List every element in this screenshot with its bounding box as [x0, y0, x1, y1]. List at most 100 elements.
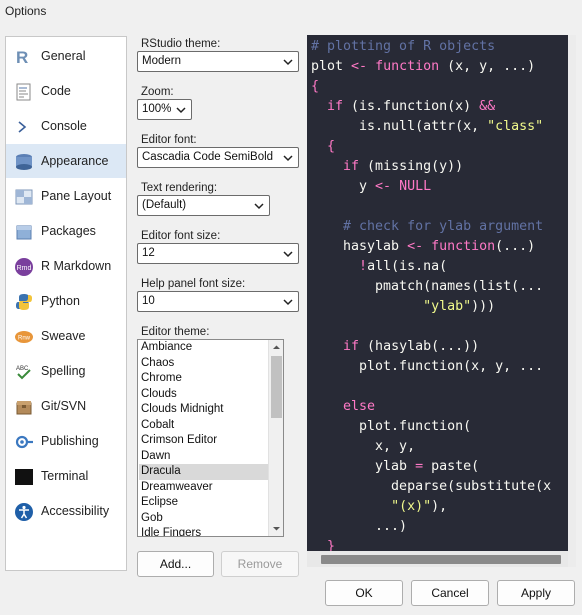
code-line: hasylab <- function(...)	[311, 237, 551, 257]
publishing-icon	[15, 435, 33, 449]
r-logo-icon: R	[16, 48, 28, 67]
list-item[interactable]: Clouds Midnight	[139, 402, 269, 418]
code-token: ),	[431, 499, 448, 514]
sidebar-item-git-svn[interactable]: Git/SVN	[6, 389, 126, 423]
editor-font-size-value: 12	[142, 247, 155, 259]
apply-button[interactable]: Apply	[497, 580, 575, 606]
code-line: ​	[311, 317, 551, 337]
code-token: NULL	[399, 179, 432, 194]
help-font-size-value: 10	[142, 295, 155, 307]
sidebar-item-label: Appearance	[41, 154, 109, 168]
sidebar-item-rmarkdown[interactable]: Rmd R Markdown	[6, 249, 126, 283]
code-line: ylab = paste(	[311, 457, 551, 477]
code-icon	[16, 83, 31, 101]
list-item[interactable]: Crimson Editor	[139, 433, 269, 449]
scroll-down-icon[interactable]	[272, 524, 281, 533]
editor-font-size-label: Editor font size:	[141, 230, 221, 242]
code-token: "(x)"	[391, 499, 432, 514]
list-item-selected[interactable]: Dracula	[139, 464, 269, 480]
sidebar-item-publishing[interactable]: Publishing	[6, 424, 126, 458]
zoom-value: 100%	[142, 103, 172, 115]
list-item[interactable]: Gob	[139, 511, 269, 527]
code-line: deparse(substitute(x	[311, 477, 551, 497]
code-token: "class"	[487, 119, 544, 134]
code-line: {	[311, 77, 551, 97]
scroll-up-icon[interactable]	[272, 343, 281, 352]
code-token: <-	[375, 179, 392, 194]
code-line: if (hasylab(...))	[311, 337, 551, 357]
list-item[interactable]: Cobalt	[139, 418, 269, 434]
rstudio-theme-label: RStudio theme:	[141, 38, 221, 50]
list-item[interactable]: Chaos	[139, 356, 269, 372]
list-item[interactable]: Eclipse	[139, 495, 269, 511]
rstudio-theme-select[interactable]: Modern	[137, 51, 299, 72]
preview-horizontal-scrollbar[interactable]	[307, 551, 568, 567]
sidebar-item-code[interactable]: Code	[6, 74, 126, 108]
window-titlebar: Options	[0, 0, 582, 22]
list-item[interactable]: Clouds	[139, 387, 269, 403]
cancel-button[interactable]: Cancel	[411, 580, 489, 606]
editor-font-select[interactable]: Cascadia Code SemiBold	[137, 147, 299, 168]
sidebar-item-terminal[interactable]: Terminal	[6, 459, 126, 493]
help-font-size-select[interactable]: 10	[137, 291, 299, 312]
code-token: all(is.na(	[367, 259, 448, 274]
remove-theme-button[interactable]: Remove	[221, 551, 299, 577]
code-line: # check for ylab argument	[311, 217, 551, 237]
code-line: ...)	[311, 517, 551, 537]
rstudio-theme-value: Modern	[142, 55, 181, 67]
code-token: pmatch(names(list(...	[311, 279, 544, 294]
svg-text:Rmd: Rmd	[17, 265, 32, 272]
sidebar-item-python[interactable]: Python	[6, 284, 126, 318]
sidebar-item-console[interactable]: Console	[6, 109, 126, 143]
sidebar-item-label: Code	[41, 84, 71, 98]
code-token: is.null(attr(x,	[311, 119, 488, 134]
list-item[interactable]: Dawn	[139, 449, 269, 465]
code-line: x, y,	[311, 437, 551, 457]
sidebar-item-accessibility[interactable]: Accessibility	[6, 494, 126, 528]
scrollbar-thumb[interactable]	[271, 356, 282, 418]
code-token: )))	[471, 299, 496, 314]
code-line: {	[311, 137, 551, 157]
chevron-down-icon	[176, 107, 186, 114]
sidebar-item-pane-layout[interactable]: Pane Layout	[6, 179, 126, 213]
list-item[interactable]: Ambiance	[139, 340, 269, 356]
chevron-down-icon	[283, 59, 293, 66]
ok-button[interactable]: OK	[325, 580, 403, 606]
list-item[interactable]: Dreamweaver	[139, 480, 269, 496]
sidebar-item-label: R Markdown	[41, 259, 112, 273]
code-line: "(x)"),	[311, 497, 551, 517]
sidebar-item-label: Console	[41, 119, 87, 133]
text-rendering-label: Text rendering:	[141, 182, 218, 194]
list-item[interactable]: Idle Fingers	[139, 526, 269, 536]
zoom-select[interactable]: 100%	[137, 99, 192, 120]
sidebar-item-general[interactable]: R General	[6, 39, 126, 73]
code-line: plot.function(x, y, ...	[311, 357, 551, 377]
chevron-down-icon	[283, 155, 293, 162]
sidebar-item-spelling[interactable]: ABC Spelling	[6, 354, 126, 388]
list-item[interactable]: Chrome	[139, 371, 269, 387]
code-token: function	[375, 59, 440, 74]
text-rendering-select[interactable]: (Default)	[137, 195, 270, 216]
sidebar-item-sweave[interactable]: Rnw Sweave	[6, 319, 126, 353]
sidebar-item-packages[interactable]: Packages	[6, 214, 126, 248]
scrollbar-thumb[interactable]	[321, 555, 561, 564]
code-token: plot.function(	[311, 419, 472, 434]
add-theme-button[interactable]: Add...	[137, 551, 214, 577]
sidebar-item-label: Python	[41, 294, 80, 308]
code-line: else	[311, 397, 551, 417]
editor-font-size-select[interactable]: 12	[137, 243, 299, 264]
preview-vertical-scrollbar[interactable]	[568, 35, 576, 567]
code-line: plot.function(	[311, 417, 551, 437]
code-token: ylab	[311, 459, 416, 474]
zoom-label: Zoom:	[141, 86, 174, 98]
editor-theme-list[interactable]: Ambiance Chaos Chrome Clouds Clouds Midn…	[137, 339, 284, 537]
sidebar-item-appearance[interactable]: Appearance	[6, 144, 126, 178]
editor-theme-scrollbar[interactable]	[268, 340, 283, 536]
code-token: (missing(y))	[359, 159, 464, 174]
